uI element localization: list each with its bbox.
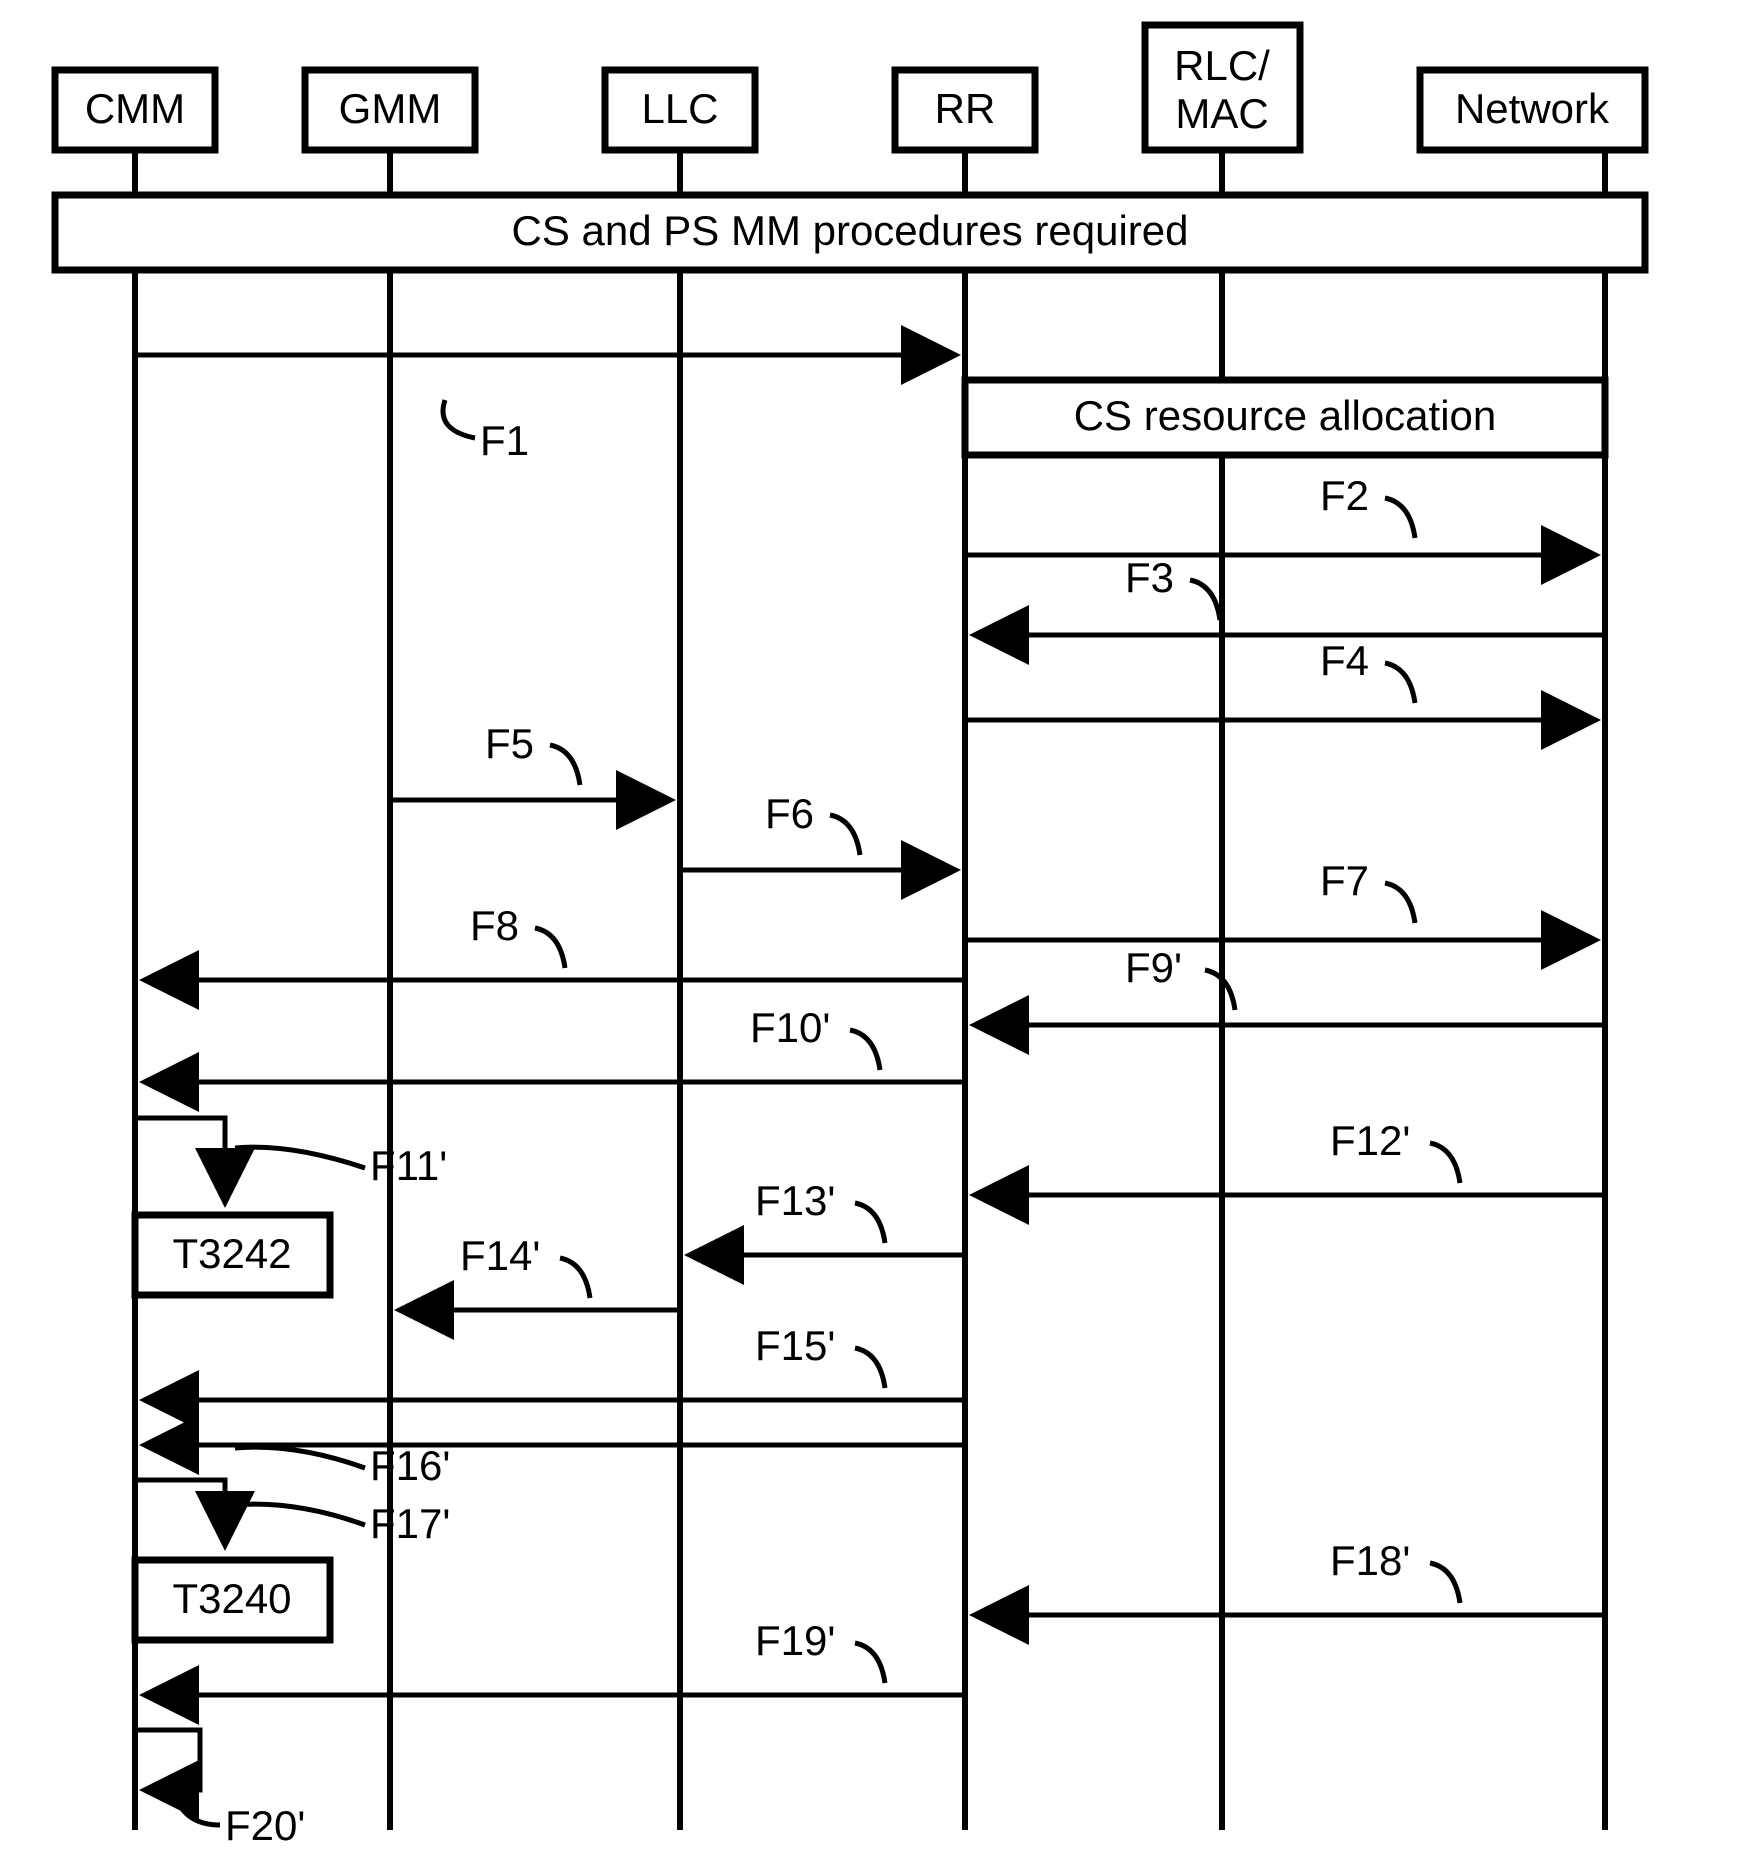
msg-label: F6 bbox=[765, 790, 814, 837]
participant-label: Network bbox=[1455, 85, 1610, 132]
msg-label: F15' bbox=[755, 1322, 835, 1369]
participant-label: RLC/ bbox=[1174, 42, 1270, 89]
participant-label: CMM bbox=[85, 85, 185, 132]
participant-label: LLC bbox=[641, 85, 718, 132]
msg-label: F2 bbox=[1320, 472, 1369, 519]
msg-label: F14' bbox=[460, 1232, 540, 1279]
msg-label: F11' bbox=[370, 1142, 447, 1189]
msg-label: F10' bbox=[750, 1004, 830, 1051]
msg-label: F4 bbox=[1320, 637, 1369, 684]
participant-label: GMM bbox=[339, 85, 442, 132]
msg-F17p bbox=[135, 1480, 225, 1545]
title-label: CS and PS MM procedures required bbox=[512, 207, 1189, 254]
msg-F20p bbox=[135, 1730, 200, 1790]
cs-label: CS resource allocation bbox=[1074, 392, 1497, 439]
msg-label: F1 bbox=[480, 417, 529, 464]
msg-label: F7 bbox=[1320, 857, 1369, 904]
msg-label: F19' bbox=[755, 1617, 835, 1664]
msg-label: F13' bbox=[755, 1177, 835, 1224]
msg-label: F17' bbox=[370, 1500, 450, 1547]
msg-label: F8 bbox=[470, 902, 519, 949]
msg-label: F12' bbox=[1330, 1117, 1410, 1164]
msg-label: F18' bbox=[1330, 1537, 1410, 1584]
msg-label: F5 bbox=[485, 720, 534, 767]
timer-label: T3240 bbox=[172, 1575, 291, 1622]
msg-label: F20' bbox=[225, 1802, 305, 1849]
participant-label: RR bbox=[935, 85, 996, 132]
msg-label: F3 bbox=[1125, 554, 1174, 601]
participant-label: MAC bbox=[1175, 90, 1268, 137]
msg-F11p bbox=[135, 1118, 225, 1202]
sequence-diagram: CMM GMM LLC RR RLC/ MAC Network CS and P… bbox=[0, 0, 1753, 1870]
timer-label: T3242 bbox=[172, 1230, 291, 1277]
msg-label: F9' bbox=[1125, 944, 1182, 991]
msg-label: F16' bbox=[370, 1442, 450, 1489]
